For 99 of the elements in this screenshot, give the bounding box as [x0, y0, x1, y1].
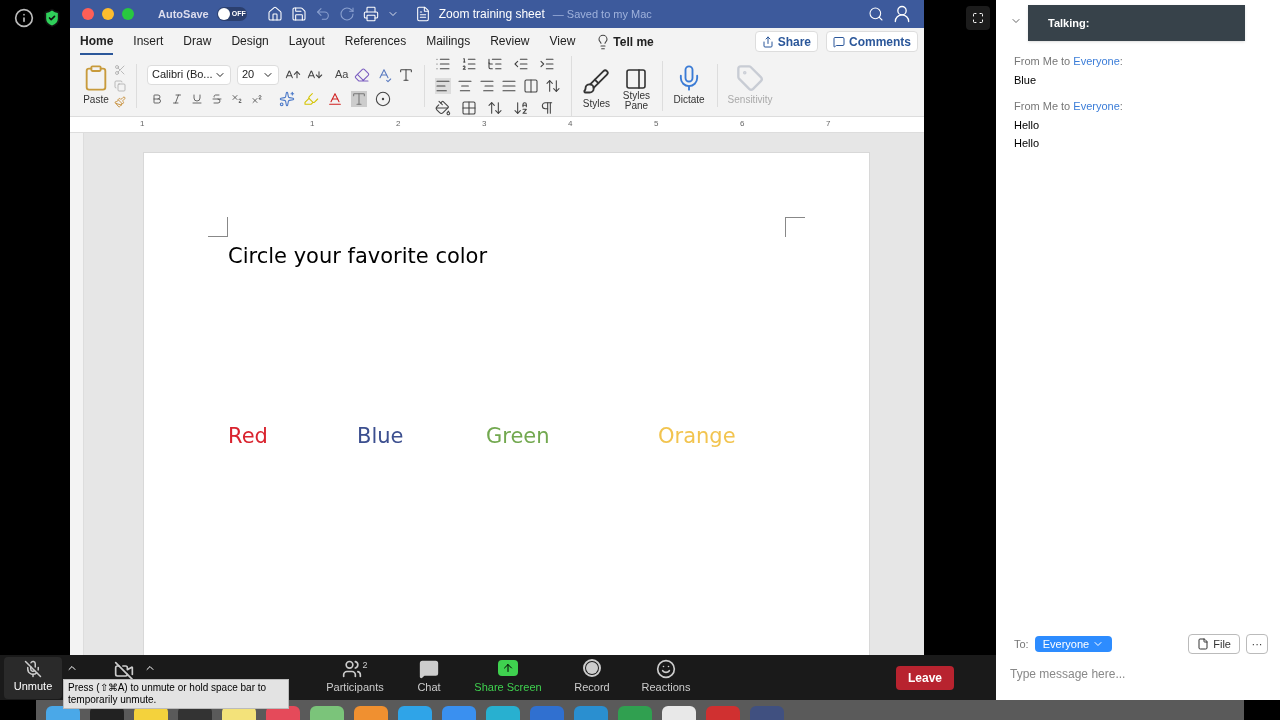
underline-icon[interactable]	[191, 92, 203, 105]
file-button[interactable]: File	[1188, 634, 1240, 654]
ruler-number: 6	[740, 118, 745, 130]
ruler-number: 4	[568, 118, 573, 130]
message-header: From Me to Everyone:	[1014, 99, 1124, 114]
styles-label[interactable]: Styles	[582, 95, 611, 111]
font-dropdown[interactable]: Calibri (Bo...	[147, 64, 231, 85]
ribbon-tab[interactable]: Mailings	[426, 28, 471, 55]
dictate-label[interactable]: Dictate	[673, 92, 705, 107]
tell-me[interactable]: Tell me	[613, 32, 654, 51]
text-box-icon[interactable]	[398, 66, 415, 83]
ruler-number: 1	[140, 118, 145, 130]
paste-label[interactable]: Paste	[83, 92, 109, 107]
ribbon-tab[interactable]: Layout	[288, 28, 325, 55]
person-icon[interactable]	[892, 4, 912, 24]
ruler-number: 2	[396, 118, 401, 130]
document-icon[interactable]	[414, 6, 431, 22]
ruler-number: 5	[654, 118, 659, 130]
fullscreen-icon	[972, 12, 984, 24]
styles-pane-label[interactable]: Styles Pane	[620, 90, 653, 111]
enclose-icon[interactable]	[375, 90, 391, 107]
talking-banner: Talking:	[1028, 5, 1245, 41]
smiley-icon	[656, 659, 676, 680]
spelling-icon[interactable]	[376, 66, 393, 83]
message-text: Hello	[1014, 136, 1041, 151]
color-word: Orange	[658, 422, 737, 450]
maximize-icon[interactable]	[122, 8, 134, 20]
print-icon[interactable]	[362, 6, 379, 22]
message-text: Blue	[1014, 72, 1038, 88]
home-icon[interactable]	[266, 6, 283, 22]
shading-icon[interactable]	[351, 90, 367, 107]
ribbon-tab[interactable]: References	[344, 28, 407, 55]
document-title: Zoom training sheet	[438, 6, 545, 23]
minimize-icon[interactable]	[102, 8, 114, 20]
save-icon[interactable]	[290, 6, 307, 22]
chat-bubble-icon	[419, 659, 439, 680]
borders-icon[interactable]	[461, 99, 478, 116]
shading-bucket-icon[interactable]	[435, 99, 452, 116]
message-header: From Me to Everyone:	[1014, 54, 1124, 69]
ruler-number: 7	[826, 118, 831, 130]
autosave-label: AutoSave	[158, 6, 209, 22]
shield-icon	[42, 8, 62, 28]
ruler-number: 3	[482, 118, 487, 130]
subscript-icon[interactable]	[231, 92, 243, 105]
ribbon-tab[interactable]: View	[549, 28, 576, 55]
share-button[interactable]: Share	[754, 31, 818, 52]
arrow-up-icon	[502, 661, 514, 674]
tooltip: Press (⇧⌘A) to unmute or hold space bar to temporarily unmute.	[63, 679, 289, 709]
ribbon-tab[interactable]: Design	[231, 28, 269, 55]
text-effects-icon[interactable]	[279, 90, 295, 107]
line-spacing-icon[interactable]	[545, 77, 562, 94]
search-icon[interactable]	[868, 6, 884, 22]
color-word: Blue	[357, 422, 405, 450]
ribbon-tab[interactable]: Draw	[183, 28, 212, 55]
bold-icon[interactable]	[151, 92, 163, 105]
unmute-button[interactable]: Unmute	[4, 656, 62, 699]
message-text: Hello	[1014, 117, 1041, 133]
record-button[interactable]: Record	[562, 659, 622, 696]
comments-button[interactable]: Comments	[826, 31, 918, 52]
change-case-button[interactable]: Aa	[335, 66, 349, 83]
sort-az-icon[interactable]	[513, 99, 530, 116]
share-screen-button[interactable]: Share Screen	[468, 659, 548, 696]
styles-pane-icon[interactable]	[624, 66, 649, 91]
color-word: Red	[228, 422, 269, 450]
styles-icon[interactable]	[582, 67, 611, 96]
margin-corner	[208, 217, 228, 237]
redo-icon[interactable]	[338, 6, 355, 22]
participants-button[interactable]: 2 Participants	[320, 659, 390, 696]
numbering-icon[interactable]	[461, 55, 478, 72]
document-heading: Circle your favorite color	[228, 243, 488, 270]
font-color-icon[interactable]	[327, 90, 343, 107]
message-input[interactable]: Type message here...	[1010, 662, 1268, 686]
ribbon-tab[interactable]: Review	[490, 28, 530, 55]
clear-formatting-icon[interactable]	[354, 66, 371, 83]
align-left-icon[interactable]	[435, 77, 452, 94]
share-icon	[761, 35, 774, 48]
margin-corner	[785, 217, 805, 237]
color-word: Green	[486, 422, 551, 450]
fullscreen-button[interactable]	[966, 6, 990, 30]
reactions-button[interactable]: Reactions	[636, 659, 696, 696]
distribute-icon[interactable]	[523, 77, 540, 94]
save-status: — Saved to my Mac	[552, 6, 652, 22]
ribbon-tab[interactable]: Insert	[133, 28, 164, 55]
info-icon[interactable]	[14, 8, 34, 28]
italic-icon[interactable]	[171, 92, 183, 105]
more-button[interactable]: ···	[1246, 634, 1268, 654]
camera-button[interactable]	[114, 660, 134, 681]
superscript-icon[interactable]	[251, 92, 263, 105]
chat-button[interactable]: Chat	[404, 659, 454, 696]
strikethrough-icon[interactable]	[211, 92, 223, 105]
size-dropdown[interactable]: 20	[237, 64, 279, 85]
people-icon	[342, 659, 363, 680]
file-icon	[1197, 638, 1210, 650]
sort-icon[interactable]	[487, 99, 504, 116]
leave-button[interactable]: Leave	[896, 665, 954, 690]
to-label: To:	[1014, 636, 1029, 652]
comment-icon	[833, 35, 845, 48]
muted-microphone-icon	[24, 660, 42, 679]
ruler-number: 1	[310, 118, 315, 130]
